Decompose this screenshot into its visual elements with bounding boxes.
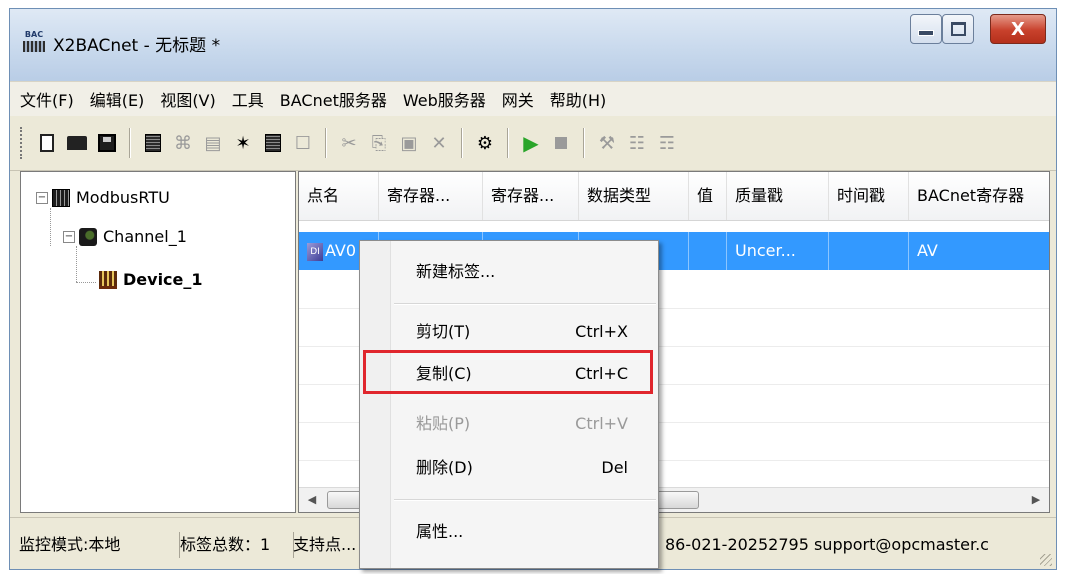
device-icon (99, 270, 117, 289)
column-header-value[interactable]: 值 (689, 172, 727, 220)
add-tag-icon[interactable]: ▤ (201, 131, 225, 155)
column-header-quality[interactable]: 质量戳 (727, 172, 829, 220)
tree-node-label: ModbusRTU (76, 188, 170, 207)
close-button[interactable]: X (990, 14, 1046, 44)
status-mode: 监控模式:本地 (14, 532, 180, 558)
minimize-button[interactable] (910, 14, 942, 44)
list-header: 点名 寄存器... 寄存器... 数据类型 值 质量戳 时间戳 BACnet寄存… (299, 172, 1049, 221)
delete-icon[interactable]: ✕ (427, 131, 451, 155)
toolbar-separator (325, 128, 327, 158)
toolbar-separator (507, 128, 509, 158)
new-tag-icon[interactable]: ✶ (231, 131, 255, 155)
run-icon[interactable]: ▶ (519, 131, 543, 155)
stop-icon[interactable] (549, 131, 573, 155)
cut-icon[interactable]: ✂ (337, 131, 361, 155)
channel-icon (79, 227, 97, 246)
menu-item-shortcut: Del (601, 458, 628, 477)
menu-item-delete[interactable]: 删除(D) Del (360, 449, 658, 487)
toolbar-separator (129, 128, 131, 158)
scroll-right-icon[interactable]: ▶ (1027, 491, 1045, 509)
column-header-register[interactable]: 寄存器... (379, 172, 483, 220)
maximize-button[interactable] (942, 14, 974, 44)
menu-bar: 文件(F) 编辑(E) 视图(V) 工具 BACnet服务器 Web服务器 网关… (10, 81, 1056, 117)
column-header-data-type[interactable]: 数据类型 (579, 172, 689, 220)
menu-edit[interactable]: 编辑(E) (82, 87, 153, 111)
scroll-left-icon[interactable]: ◀ (303, 491, 321, 509)
menu-item-new-tag[interactable]: 新建标签... (360, 253, 658, 291)
toolbar-separator (583, 128, 585, 158)
paste-icon[interactable]: ▣ (397, 131, 421, 155)
menu-help[interactable]: 帮助(H) (542, 87, 615, 111)
minimize-icon (918, 30, 934, 36)
menu-item-paste[interactable]: 粘贴(P) Ctrl+V (360, 405, 658, 443)
menu-item-label: 粘贴(P) (416, 414, 471, 433)
cell-timestamp (829, 232, 909, 270)
column-header-bacnet[interactable]: BACnet寄存器 (909, 172, 1049, 220)
menu-item-cut[interactable]: 剪切(T) Ctrl+X (360, 313, 658, 351)
modbus-icon (52, 188, 70, 207)
close-icon: X (1011, 18, 1025, 40)
tree-connector (76, 246, 77, 282)
cell-value (689, 232, 727, 270)
menu-view[interactable]: 视图(V) (152, 87, 223, 111)
context-menu: 新建标签... 剪切(T) Ctrl+X 复制(C) Ctrl+C 粘贴(P) … (359, 240, 659, 569)
menu-item-shortcut: Ctrl+V (575, 414, 628, 433)
column-header-timestamp[interactable]: 时间戳 (829, 172, 909, 220)
toolbar-grip[interactable] (20, 127, 24, 159)
column-header-name[interactable]: 点名 (299, 172, 379, 220)
status-contact: 86-021-20252795 support@opcmaster.c (665, 535, 989, 554)
app-icon-text: BAC (24, 30, 44, 39)
tree-connector (76, 282, 96, 283)
add-device-icon[interactable]: ⌘ (171, 131, 195, 155)
menu-item-label: 新建标签... (416, 262, 496, 281)
menu-file[interactable]: 文件(F) (10, 87, 82, 111)
upload-icon[interactable]: ☶ (655, 131, 679, 155)
tree-node-channel[interactable]: − Channel_1 (63, 227, 187, 246)
highlight-annotation (363, 350, 653, 394)
menu-web-server[interactable]: Web服务器 (395, 87, 494, 111)
window-title: X2BACnet - 无标题 * (53, 36, 221, 56)
toolbar-separator (461, 128, 463, 158)
device-icon[interactable] (261, 131, 285, 155)
cell-bacnet: AV (909, 232, 1049, 270)
load-icon[interactable]: ☷ (625, 131, 649, 155)
tree-node-label: Channel_1 (103, 227, 187, 246)
menu-bacnet-server[interactable]: BACnet服务器 (272, 87, 395, 111)
new-file-icon[interactable] (35, 131, 59, 155)
collapse-icon[interactable]: − (36, 191, 48, 204)
add-channel-icon[interactable] (141, 131, 165, 155)
menu-gateway[interactable]: 网关 (494, 87, 542, 111)
tree-node-modbus[interactable]: − ModbusRTU (36, 188, 170, 207)
menu-item-shortcut: Ctrl+X (575, 322, 628, 341)
tree-node-device[interactable]: Device_1 (99, 270, 203, 289)
app-icon: BAC (23, 30, 45, 52)
tree-node-label: Device_1 (123, 270, 203, 289)
column-header-register-2[interactable]: 寄存器... (483, 172, 579, 220)
menu-separator (394, 499, 656, 501)
toolbar: ⌘ ▤ ✶ ☐ ✂ ⎘ ▣ ✕ ⚙ ▶ ⚒ ☷ ☶ (10, 116, 1056, 171)
tree-connector (50, 208, 51, 246)
cell-name-text: AV0 (325, 241, 357, 260)
resize-grip-icon[interactable] (1040, 554, 1052, 566)
project-tree: − ModbusRTU − Channel_1 Device_1 (20, 171, 296, 513)
menu-tools[interactable]: 工具 (224, 87, 272, 111)
title-bar[interactable]: BAC X2BACnet - 无标题 * X (10, 9, 1056, 81)
copy-icon[interactable]: ⎘ (367, 131, 391, 155)
collapse-icon[interactable]: − (63, 230, 75, 243)
maximize-icon (950, 22, 966, 36)
cell-quality: Uncer... (727, 232, 829, 270)
menu-separator (394, 303, 656, 305)
open-folder-icon[interactable] (65, 131, 89, 155)
analog-value-icon: DI (307, 242, 323, 261)
settings-icon[interactable]: ⚙ (473, 131, 497, 155)
menu-item-properties[interactable]: 属性... (360, 513, 658, 551)
properties-icon[interactable]: ☐ (291, 131, 315, 155)
menu-item-label: 删除(D) (416, 458, 473, 477)
tools-icon[interactable]: ⚒ (595, 131, 619, 155)
menu-item-label: 剪切(T) (416, 322, 471, 341)
menu-item-label: 属性... (416, 522, 464, 541)
save-disk-icon[interactable] (95, 131, 119, 155)
status-tag-count: 标签总数：1 (175, 532, 294, 558)
